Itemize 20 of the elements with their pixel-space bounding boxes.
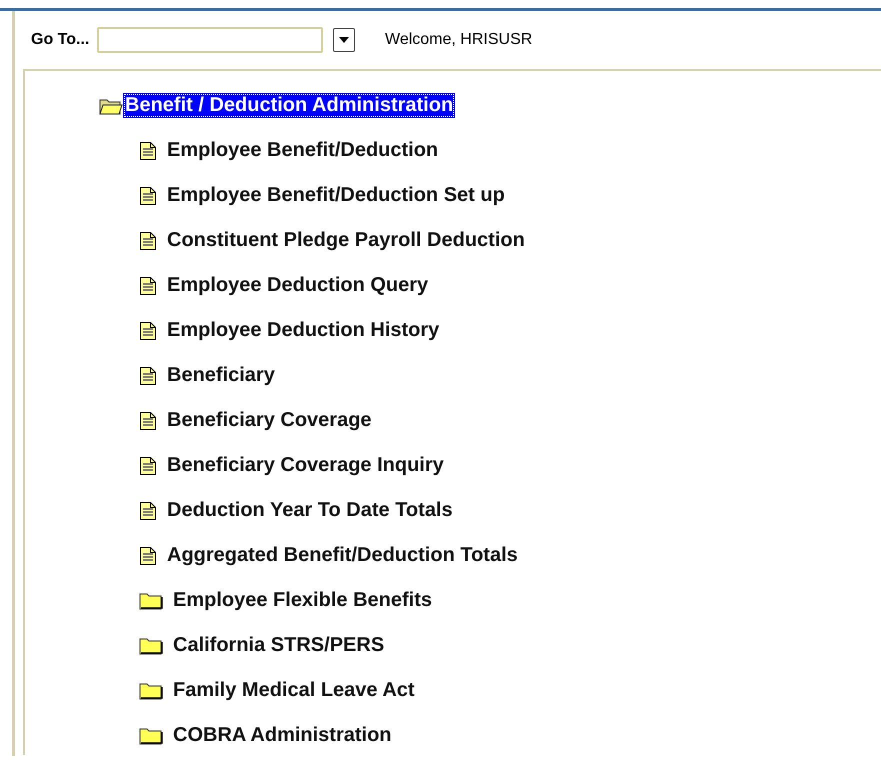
dropdown-button[interactable] [333,28,355,52]
folder-item[interactable]: Benefit / Deduction Administration [123,93,456,118]
form-item[interactable]: Aggregated Benefit/Deduction Totals [165,543,520,568]
go-to-label: Go To... [31,31,90,49]
form-item[interactable]: Employee Deduction History [165,318,442,343]
caret-icon [338,36,350,44]
folder-item[interactable]: Family Medical Leave Act [171,678,417,703]
form-item[interactable]: Constituent Pledge Payroll Deduction [165,228,527,253]
go-to-field[interactable] [97,27,323,53]
form-item[interactable]: Beneficiary [165,363,277,388]
form-item[interactable]: Employee Benefit/Deduction [165,138,440,163]
form-item[interactable]: Deduction Year To Date Totals [165,498,455,523]
form-item[interactable]: Beneficiary Coverage Inquiry [165,453,446,478]
folder-item[interactable]: Employee Flexible Benefits [171,588,434,613]
folder-item[interactable]: California STRS/PERS [171,633,386,658]
welcome-text: Welcome, HRISUSR [385,31,532,49]
form-item[interactable]: Beneficiary Coverage [165,408,374,433]
form-item[interactable]: Employee Benefit/Deduction Set up [165,183,507,208]
form-item[interactable]: Employee Deduction Query [165,273,430,298]
folder-item[interactable]: COBRA Administration [171,723,394,748]
